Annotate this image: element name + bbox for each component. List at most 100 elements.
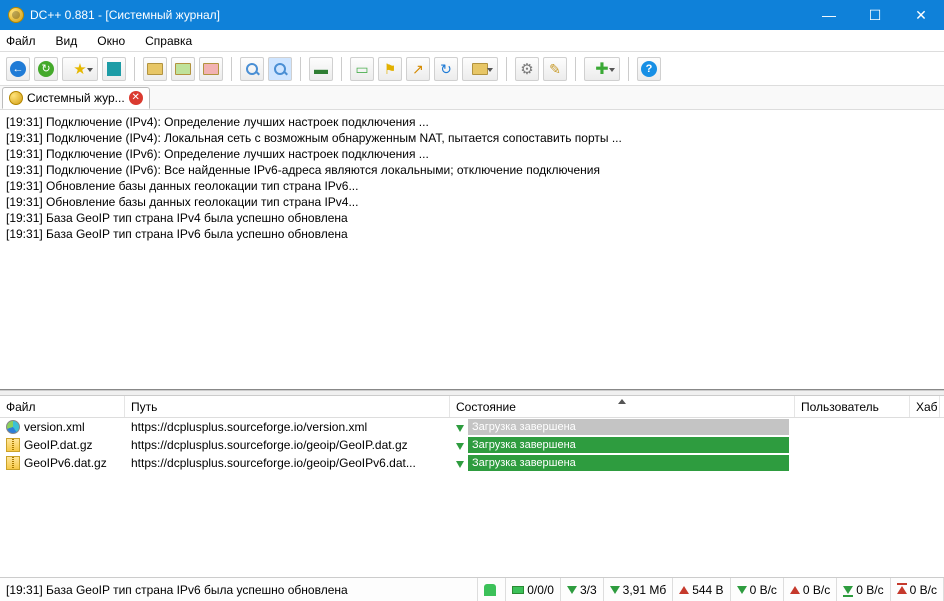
- log-line: [19:31] Обновление базы данных геолокаци…: [6, 194, 938, 210]
- status-badge: Загрузка завершена: [468, 419, 789, 435]
- maximize-button[interactable]: ☐: [852, 0, 898, 30]
- log-line: [19:31] Подключение (IPv4): Локальная се…: [6, 130, 938, 146]
- download-complete-icon: [456, 443, 464, 450]
- toolbar-separator: [506, 57, 507, 81]
- log-line: [19:31] Подключение (IPv6): Все найденны…: [6, 162, 938, 178]
- users-button[interactable]: [102, 57, 126, 81]
- log-line: [19:31] База GeoIP тип страна IPv4 была …: [6, 210, 938, 226]
- column-header[interactable]: Состояние: [450, 396, 795, 417]
- upload-icon: [679, 586, 689, 594]
- close-button[interactable]: ✕: [898, 0, 944, 30]
- folder-green-button[interactable]: [171, 57, 195, 81]
- menu-окно[interactable]: Окно: [97, 34, 125, 48]
- table-row[interactable]: version.xmlhttps://dcplusplus.sourceforg…: [0, 418, 944, 436]
- tab-strip: Системный жур... ✕: [0, 86, 944, 110]
- downloads-header: ФайлПутьСостояниеПользовательХаб: [0, 396, 944, 418]
- toolbar: ← ↻ ★ ▬ ▭ ⚑ ↗ ↻ ⚙ ✎ ✚?: [0, 52, 944, 86]
- back-button-icon: ←: [10, 61, 26, 77]
- help-button-icon: ?: [641, 61, 657, 77]
- edit-button-icon: ✎: [549, 62, 561, 76]
- log-line: [19:31] Подключение (IPv6): Определение …: [6, 146, 938, 162]
- file-cell: GeoIPv6.dat.gz: [0, 456, 125, 470]
- refresh-button[interactable]: ↻: [434, 57, 458, 81]
- toolbar-separator: [300, 57, 301, 81]
- titlebar: DC++ 0.881 - [Системный журнал] — ☐ ✕: [0, 0, 944, 30]
- browser-file-icon: [6, 420, 20, 434]
- log-line: [19:31] Обновление базы данных геолокаци…: [6, 178, 938, 194]
- notepad-button[interactable]: ▬: [309, 57, 333, 81]
- tab-system-log[interactable]: Системный жур... ✕: [2, 87, 150, 109]
- flag-button[interactable]: ⚑: [378, 57, 402, 81]
- download-icon: [567, 586, 577, 594]
- download-complete-icon: [456, 461, 464, 468]
- column-header[interactable]: Путь: [125, 396, 450, 417]
- notepad-button-icon: ▬: [314, 62, 328, 76]
- menu-вид[interactable]: Вид: [56, 34, 78, 48]
- status-badge: Загрузка завершена: [468, 455, 789, 471]
- edit-button[interactable]: ✎: [543, 57, 567, 81]
- downloads-panel: ФайлПутьСостояниеПользовательХаб version…: [0, 396, 944, 556]
- log-line: [19:31] База GeoIP тип страна IPv6 была …: [6, 226, 938, 242]
- download-icon: [737, 586, 747, 594]
- table-row[interactable]: GeoIP.dat.gzhttps://dcplusplus.sourcefor…: [0, 436, 944, 454]
- menubar: Файл Вид Окно Справка: [0, 30, 944, 52]
- path-cell: https://dcplusplus.sourceforge.io/geoip/…: [125, 456, 450, 470]
- plugins-button[interactable]: ✚: [584, 57, 620, 81]
- favorites-button-icon: ★: [73, 60, 86, 78]
- money-button-icon: ▭: [355, 62, 368, 76]
- archive-file-icon: [6, 438, 20, 452]
- window-title: DC++ 0.881 - [Системный журнал]: [30, 8, 220, 22]
- help-button[interactable]: ?: [637, 57, 661, 81]
- folder-open-button-icon: [147, 63, 163, 75]
- flag-button-icon: ⚑: [384, 62, 397, 76]
- menu-справка[interactable]: Справка: [145, 34, 192, 48]
- export-button[interactable]: ↗: [406, 57, 430, 81]
- folder-yellow-button[interactable]: [462, 57, 498, 81]
- minimize-button[interactable]: —: [806, 0, 852, 30]
- status-uploaded: 544 В: [673, 578, 730, 601]
- folder-open-button[interactable]: [143, 57, 167, 81]
- folder-yellow-button-icon: [472, 63, 488, 75]
- toolbar-separator: [231, 57, 232, 81]
- export-button-icon: ↗: [412, 62, 424, 76]
- status-ul-speed: 0 B/c: [784, 578, 837, 601]
- status-cell: Загрузка завершена: [450, 437, 795, 453]
- system-log: [19:31] Подключение (IPv4): Определение …: [0, 110, 944, 390]
- reconnect-button[interactable]: ↻: [34, 57, 58, 81]
- money-button[interactable]: ▭: [350, 57, 374, 81]
- settings-button[interactable]: ⚙: [515, 57, 539, 81]
- menu-файл[interactable]: Файл: [6, 34, 36, 48]
- tab-icon: [9, 91, 23, 105]
- file-cell: version.xml: [0, 420, 125, 434]
- toolbar-separator: [575, 57, 576, 81]
- archive-file-icon: [6, 456, 20, 470]
- column-header[interactable]: Пользователь: [795, 396, 910, 417]
- search-blue-button-icon: [274, 63, 286, 75]
- log-line: [19:31] Подключение (IPv4): Определение …: [6, 114, 938, 130]
- favorites-button[interactable]: ★: [62, 57, 98, 81]
- folder-red-button[interactable]: [199, 57, 223, 81]
- search-blue-button[interactable]: [268, 57, 292, 81]
- search-button[interactable]: [240, 57, 264, 81]
- column-header[interactable]: Файл: [0, 396, 125, 417]
- refresh-button-icon: ↻: [440, 62, 452, 76]
- download-limit-icon: [843, 586, 853, 594]
- table-row[interactable]: GeoIPv6.dat.gzhttps://dcplusplus.sourcef…: [0, 454, 944, 472]
- user-icon: [484, 584, 496, 596]
- back-button[interactable]: ←: [6, 57, 30, 81]
- upload-limit-icon: [897, 586, 907, 594]
- reconnect-button-icon: ↻: [38, 61, 54, 77]
- status-dl-limit: 0 B/c: [837, 578, 890, 601]
- status-message: [19:31] База GeoIP тип страна IPv6 была …: [0, 578, 478, 601]
- statusbar: [19:31] База GeoIP тип страна IPv6 была …: [0, 577, 944, 601]
- plugins-button-icon: ✚: [595, 59, 608, 79]
- status-cell: Загрузка завершена: [450, 419, 795, 435]
- status-user: [478, 578, 506, 601]
- status-cell: Загрузка завершена: [450, 455, 795, 471]
- column-header[interactable]: Хаб: [910, 396, 940, 417]
- upload-icon: [790, 586, 800, 594]
- download-complete-icon: [456, 425, 464, 432]
- tab-close-icon[interactable]: ✕: [129, 91, 143, 105]
- path-cell: https://dcplusplus.sourceforge.io/versio…: [125, 420, 450, 434]
- status-dl-slots: 3/3: [561, 578, 604, 601]
